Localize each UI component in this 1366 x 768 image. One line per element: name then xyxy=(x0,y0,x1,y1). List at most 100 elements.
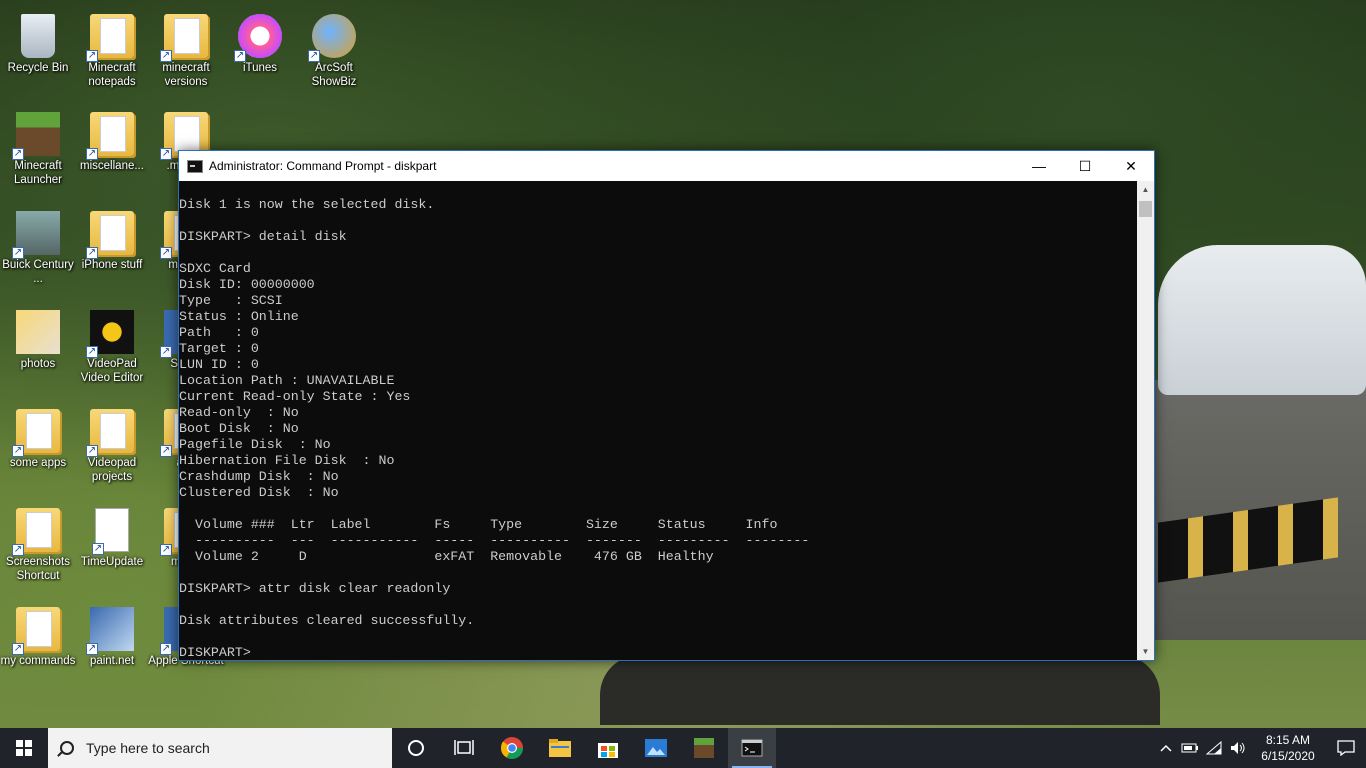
console-line: Read-only : No xyxy=(179,405,299,420)
console-output[interactable]: Disk 1 is now the selected disk. DISKPART… xyxy=(179,181,1137,660)
taskbar-search-box[interactable]: Type here to search xyxy=(48,728,392,768)
taskbar-file-explorer[interactable] xyxy=(536,728,584,768)
taskbar-chrome[interactable] xyxy=(488,728,536,768)
start-button[interactable] xyxy=(0,728,48,768)
shortcut-arrow-icon: ↗ xyxy=(160,50,172,62)
desktop-icon[interactable]: ↗ my commands xyxy=(0,599,76,691)
taskbar-clock[interactable]: 8:15 AM 6/15/2020 xyxy=(1250,732,1326,764)
shortcut-arrow-icon: ↗ xyxy=(160,346,172,358)
desktop-icon[interactable]: ↗ VideoPad Video Editor xyxy=(74,302,150,394)
console-line: Location Path : UNAVAILABLE xyxy=(179,373,395,388)
desktop-icon[interactable]: Recycle Bin xyxy=(0,6,76,98)
console-line: Disk ID: 00000000 xyxy=(179,277,315,292)
desktop-icon[interactable]: ↗ iPhone stuff xyxy=(74,203,150,295)
desktop-icon[interactable]: ↗ minecraft versions xyxy=(148,6,224,98)
taskbar-command-prompt[interactable] xyxy=(728,728,776,768)
shortcut-arrow-icon: ↗ xyxy=(160,445,172,457)
console-line: Hibernation File Disk : No xyxy=(179,453,395,468)
desktop-icon-label: iPhone stuff xyxy=(81,259,143,271)
minecraft-icon: ↗ xyxy=(12,112,60,160)
folder-icon: ↗ xyxy=(160,14,208,62)
window-title: Administrator: Command Prompt - diskpart xyxy=(209,159,437,173)
cortana-button[interactable] xyxy=(392,728,440,768)
desktop-icon-label: TimeUpdate xyxy=(80,556,144,568)
file-icon: ↗ xyxy=(92,508,129,555)
desktop-icon[interactable]: photos xyxy=(0,302,76,394)
minimize-button[interactable]: — xyxy=(1016,151,1062,181)
wifi-icon[interactable] xyxy=(1202,728,1226,768)
battery-icon[interactable] xyxy=(1178,728,1202,768)
volume-icon[interactable] xyxy=(1226,728,1250,768)
taskbar-microsoft-store[interactable] xyxy=(584,728,632,768)
vertical-scrollbar[interactable]: ▲ ▼ xyxy=(1137,181,1154,660)
desktop-icon[interactable]: ↗ Minecraft notepads xyxy=(74,6,150,98)
desktop-icon[interactable]: ↗ iTunes xyxy=(222,6,298,98)
task-view-button[interactable] xyxy=(440,728,488,768)
console-line: Crashdump Disk : No xyxy=(179,469,339,484)
desktop-icon-label: miscellane... xyxy=(80,160,144,172)
console-line: Disk attributes cleared successfully. xyxy=(179,613,475,628)
videopad-icon: ↗ xyxy=(86,310,134,358)
desktop-icon[interactable]: ↗ miscellane... xyxy=(74,104,150,196)
desktop-icon[interactable]: ↗ Buick Century ... xyxy=(0,203,76,295)
desktop-icon[interactable]: ↗ some apps xyxy=(0,401,76,493)
background-asphalt xyxy=(600,655,1160,725)
console-line: Volume 2 D exFAT Removable 476 GB Health… xyxy=(179,549,714,564)
chevron-up-icon[interactable] xyxy=(1154,728,1178,768)
cmd-icon xyxy=(187,159,203,173)
console-line: Current Read-only State : Yes xyxy=(179,389,411,404)
window-controls: — ☐ ✕ xyxy=(1016,151,1154,181)
task-view-icon xyxy=(454,740,474,755)
desktop-icon[interactable]: ↗ Videopad projects xyxy=(74,401,150,493)
cortana-icon xyxy=(408,740,424,756)
desktop-icon[interactable]: ↗ ArcSoft ShowBiz xyxy=(296,6,372,98)
clock-time: 8:15 AM xyxy=(1265,733,1311,747)
scroll-up-arrow-icon[interactable]: ▲ xyxy=(1137,181,1154,198)
shortcut-arrow-icon: ↗ xyxy=(92,543,104,555)
paintnet-icon: ↗ xyxy=(86,607,134,655)
console-line: DISKPART> xyxy=(179,645,251,660)
console-line: Target : 0 xyxy=(179,341,259,356)
close-button[interactable]: ✕ xyxy=(1108,151,1154,181)
console-line: Disk 1 is now the selected disk. xyxy=(179,197,435,212)
folder-icon: ↗ xyxy=(86,211,134,259)
action-center-button[interactable] xyxy=(1326,728,1366,768)
maximize-button[interactable]: ☐ xyxy=(1062,151,1108,181)
console-line: Volume ### Ltr Label Fs Type Size Status… xyxy=(179,517,778,532)
desktop-icon-label: some apps xyxy=(9,457,67,469)
desktop-icon-label: Screenshots Shortcut xyxy=(6,556,70,582)
desktop-icon[interactable]: ↗ TimeUpdate xyxy=(74,500,150,592)
folder-icon: ↗ xyxy=(12,607,60,655)
scroll-down-arrow-icon[interactable]: ▼ xyxy=(1137,643,1154,660)
command-prompt-window[interactable]: Administrator: Command Prompt - diskpart… xyxy=(178,150,1155,661)
desktop-icon[interactable]: ↗ Screenshots Shortcut xyxy=(0,500,76,592)
console-line: SDXC Card xyxy=(179,261,251,276)
search-icon xyxy=(60,741,74,755)
taskbar-photos[interactable] xyxy=(632,728,680,768)
system-tray: 8:15 AM 6/15/2020 xyxy=(1154,728,1366,768)
taskbar-minecraft[interactable] xyxy=(680,728,728,768)
command-prompt-icon xyxy=(741,739,763,757)
console-line: Pagefile Disk : No xyxy=(179,437,331,452)
desktop-icon[interactable]: ↗ paint.net xyxy=(74,599,150,691)
shortcut-arrow-icon: ↗ xyxy=(12,643,24,655)
recycle-bin-icon xyxy=(21,14,55,58)
console-line: Clustered Disk : No xyxy=(179,485,339,500)
shortcut-arrow-icon: ↗ xyxy=(86,445,98,457)
console-line: Status : Online xyxy=(179,309,299,324)
folder-icon: ↗ xyxy=(86,14,134,62)
folder-icon: ↗ xyxy=(12,409,60,457)
photos-icon xyxy=(16,310,60,354)
shortcut-arrow-icon: ↗ xyxy=(160,247,172,259)
shortcut-arrow-icon: ↗ xyxy=(308,50,320,62)
scroll-thumb[interactable] xyxy=(1139,201,1152,217)
console-line: DISKPART> detail disk xyxy=(179,229,347,244)
folder-icon: ↗ xyxy=(12,508,60,556)
desktop-icon-label: iTunes xyxy=(242,62,278,74)
window-titlebar[interactable]: Administrator: Command Prompt - diskpart… xyxy=(179,151,1154,181)
desktop-icon[interactable]: ↗ Minecraft Launcher xyxy=(0,104,76,196)
